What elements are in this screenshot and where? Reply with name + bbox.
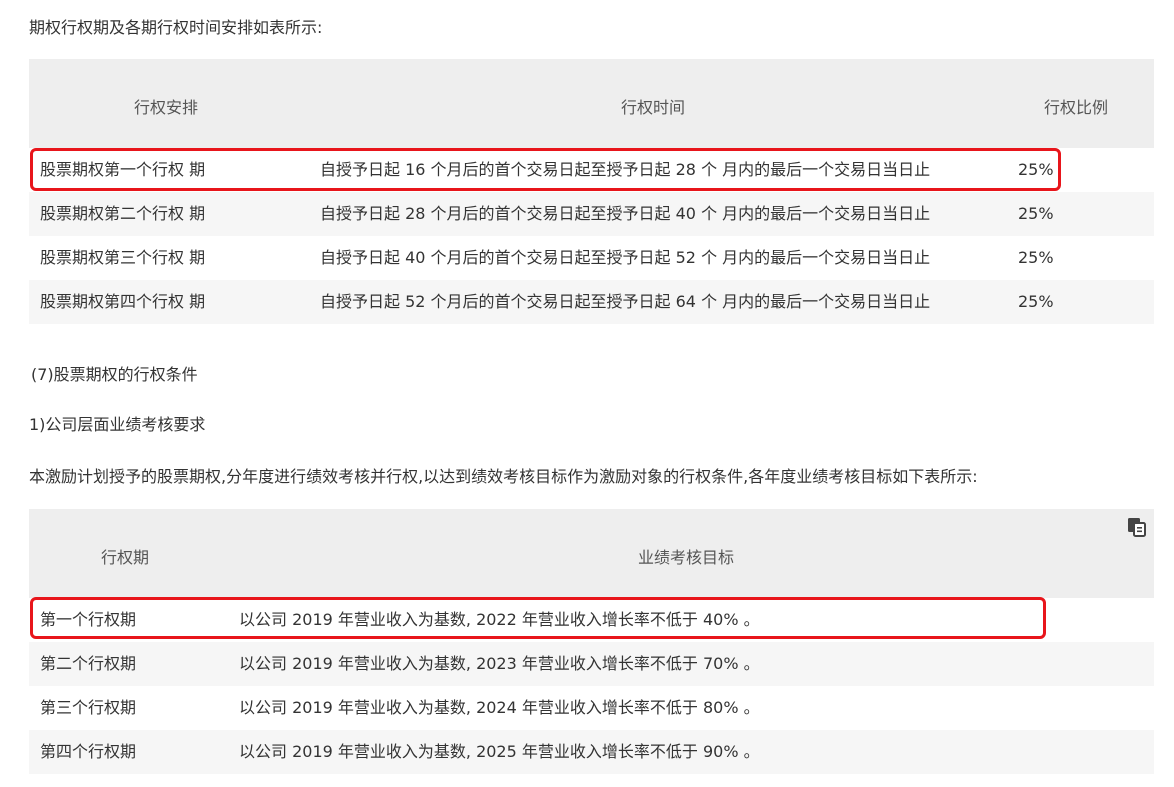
- header-ratio: 行权比例: [1044, 98, 1109, 117]
- cell-target: 以公司 2019 年营业收入为基数, 2024 年营业收入增长率不低于 80% …: [239, 698, 760, 717]
- table-row: 股票期权第一个行权 期 自授予日起 16 个月后的首个交易日起至授予日起 28 …: [29, 148, 1154, 192]
- table-header: 行权安排 行权时间 行权比例: [29, 59, 1154, 148]
- header-arrangement: 行权安排: [134, 98, 199, 117]
- table-row: 股票期权第三个行权 期 自授予日起 40 个月后的首个交易日起至授予日起 52 …: [29, 236, 1154, 280]
- cell-target: 以公司 2019 年营业收入为基数, 2023 年营业收入增长率不低于 70% …: [239, 654, 760, 673]
- cell-ratio: 25%: [1018, 204, 1054, 223]
- cell-time: 自授予日起 40 个月后的首个交易日起至授予日起 52 个 月内的最后一个交易日…: [320, 248, 931, 267]
- table-header: 行权期 业绩考核目标: [29, 509, 1154, 598]
- header-target: 业绩考核目标: [638, 548, 735, 567]
- copy-icon[interactable]: [1126, 516, 1148, 538]
- cell-period: 第一个行权期: [40, 610, 137, 629]
- intro-text-1: 期权行权期及各期行权时间安排如表所示:: [29, 18, 323, 37]
- cell-arrangement: 股票期权第一个行权 期: [40, 160, 206, 179]
- table-row: 第一个行权期 以公司 2019 年营业收入为基数, 2022 年营业收入增长率不…: [29, 598, 1154, 642]
- performance-target-table: 行权期 业绩考核目标 第一个行权期 以公司 2019 年营业收入为基数, 202…: [29, 509, 1154, 774]
- cell-period: 第三个行权期: [40, 698, 137, 717]
- table-row: 股票期权第四个行权 期 自授予日起 52 个月后的首个交易日起至授予日起 64 …: [29, 280, 1154, 324]
- cell-arrangement: 股票期权第三个行权 期: [40, 248, 206, 267]
- table-row: 第三个行权期 以公司 2019 年营业收入为基数, 2024 年营业收入增长率不…: [29, 686, 1154, 730]
- table-row: 第二个行权期 以公司 2019 年营业收入为基数, 2023 年营业收入增长率不…: [29, 642, 1154, 686]
- cell-time: 自授予日起 52 个月后的首个交易日起至授予日起 64 个 月内的最后一个交易日…: [320, 292, 931, 311]
- cell-time: 自授予日起 28 个月后的首个交易日起至授予日起 40 个 月内的最后一个交易日…: [320, 204, 931, 223]
- cell-target: 以公司 2019 年营业收入为基数, 2025 年营业收入增长率不低于 90% …: [239, 742, 760, 761]
- header-time: 行权时间: [621, 98, 686, 117]
- subsection-1-heading: 1)公司层面业绩考核要求: [29, 415, 206, 434]
- exercise-schedule-table: 行权安排 行权时间 行权比例 股票期权第一个行权 期 自授予日起 16 个月后的…: [29, 59, 1154, 324]
- cell-time: 自授予日起 16 个月后的首个交易日起至授予日起 28 个 月内的最后一个交易日…: [320, 160, 931, 179]
- cell-period: 第四个行权期: [40, 742, 137, 761]
- header-period: 行权期: [101, 548, 150, 567]
- intro-text-2: 本激励计划授予的股票期权,分年度进行绩效考核并行权,以达到绩效考核目标作为激励对…: [29, 467, 978, 486]
- cell-ratio: 25%: [1018, 248, 1054, 267]
- cell-ratio: 25%: [1018, 160, 1054, 179]
- table-row: 股票期权第二个行权 期 自授予日起 28 个月后的首个交易日起至授予日起 40 …: [29, 192, 1154, 236]
- table-row: 第四个行权期 以公司 2019 年营业收入为基数, 2025 年营业收入增长率不…: [29, 730, 1154, 774]
- cell-ratio: 25%: [1018, 292, 1054, 311]
- cell-target: 以公司 2019 年营业收入为基数, 2022 年营业收入增长率不低于 40% …: [239, 610, 760, 629]
- cell-period: 第二个行权期: [40, 654, 137, 673]
- cell-arrangement: 股票期权第二个行权 期: [40, 204, 206, 223]
- section-7-heading: (7)股票期权的行权条件: [31, 365, 198, 384]
- cell-arrangement: 股票期权第四个行权 期: [40, 292, 206, 311]
